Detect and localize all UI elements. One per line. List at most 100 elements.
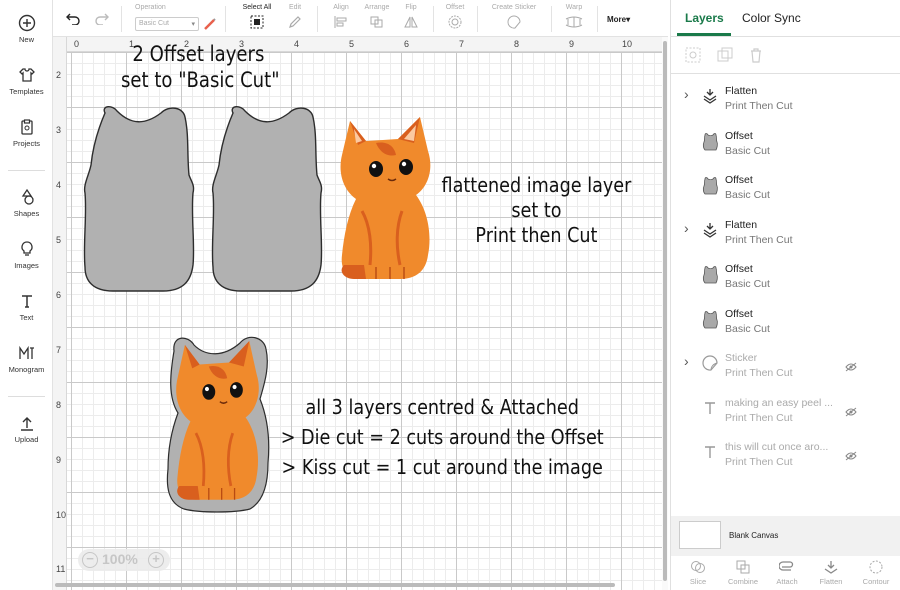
templates-button[interactable]: Templates xyxy=(0,66,53,96)
pen-color-icon[interactable] xyxy=(203,17,217,31)
shapes-button[interactable]: Shapes xyxy=(0,188,53,218)
shapes-label: Shapes xyxy=(13,209,40,218)
contour-button[interactable]: Contour xyxy=(856,559,896,586)
ruler-left-number: 6 xyxy=(56,290,62,300)
slice-button[interactable]: Slice xyxy=(678,559,718,586)
layer-operation: Basic Cut xyxy=(725,189,770,201)
flattened-cat-image[interactable] xyxy=(336,115,436,281)
layer-row[interactable]: Offset Basic Cut xyxy=(671,299,900,343)
offset-button[interactable]: Offset xyxy=(441,4,469,31)
annotation-line: > Kiss cut = 1 cut around the image xyxy=(281,455,603,479)
group-icon[interactable] xyxy=(685,47,701,63)
arrange-icon xyxy=(370,16,383,28)
align-icon xyxy=(334,16,347,28)
flip-button[interactable]: Flip xyxy=(399,4,423,31)
slice-icon xyxy=(691,561,705,573)
attach-label: Attach xyxy=(776,577,798,586)
layer-row[interactable]: this will cut once aro... Print Then Cut xyxy=(671,432,900,476)
blank-canvas-row[interactable]: Blank Canvas xyxy=(671,516,900,556)
layer-name: making an easy peel ... xyxy=(725,396,833,409)
ruler-left-number: 5 xyxy=(56,235,62,245)
layer-row[interactable]: › Sticker Print Then Cut xyxy=(671,343,900,387)
ruler-left-number: 9 xyxy=(56,455,62,465)
more-button[interactable]: More▾ xyxy=(607,15,630,24)
ruler-top-number: 0 xyxy=(74,39,80,49)
attach-button[interactable]: Attach xyxy=(767,559,807,586)
ruler-top-number: 5 xyxy=(349,39,355,49)
monogram-button[interactable]: Monogram xyxy=(0,344,53,374)
offset-layer-shape[interactable] xyxy=(211,105,326,293)
duplicate-icon[interactable] xyxy=(717,47,733,63)
align-button[interactable]: Align xyxy=(327,4,355,31)
new-button[interactable]: New xyxy=(0,14,53,44)
offset-layer-shape[interactable] xyxy=(83,105,198,293)
trash-icon[interactable] xyxy=(748,47,764,63)
vertical-scrollbar[interactable] xyxy=(662,37,668,590)
layer-name: Flatten xyxy=(725,218,758,231)
annotation-line: 2 Offset layers xyxy=(132,42,265,66)
tab-layers[interactable]: Layers xyxy=(685,11,724,25)
ruler-left: 2 3 4 5 6 7 8 9 10 11 xyxy=(53,37,67,590)
shirt-icon xyxy=(18,68,35,82)
select-all-button[interactable]: Select All xyxy=(236,4,278,31)
design-space-app: New Templates Projects Shapes Images Tex… xyxy=(0,0,900,590)
select-all-label: Select All xyxy=(242,4,272,11)
arrange-button[interactable]: Arrange xyxy=(359,4,395,31)
canvas-swatch[interactable] xyxy=(679,521,721,549)
layer-operation: Print Then Cut xyxy=(725,233,793,246)
layer-actions-bar xyxy=(671,37,900,74)
layer-row[interactable]: › Flatten Print Then Cut xyxy=(671,210,900,254)
text-button[interactable]: Text xyxy=(0,292,53,322)
edit-label: Edit xyxy=(288,4,302,11)
combine-button[interactable]: Combine xyxy=(723,559,763,586)
eye-hidden-icon[interactable] xyxy=(845,448,857,466)
layer-row[interactable]: Offset Basic Cut xyxy=(671,254,900,298)
layers-panel: Layers Color Sync › Flatten Print Then Cut… xyxy=(670,0,900,590)
images-button[interactable]: Images xyxy=(0,240,53,270)
chevron-right-icon[interactable]: › xyxy=(684,86,689,102)
zoom-out-button[interactable]: − xyxy=(82,552,98,568)
vertical-scroll-thumb[interactable] xyxy=(663,41,667,581)
blank-canvas-label: Blank Canvas xyxy=(729,531,779,540)
layer-name: Offset xyxy=(725,263,753,275)
undo-icon[interactable] xyxy=(66,13,80,25)
layer-row[interactable]: making an easy peel ... Print Then Cut xyxy=(671,388,900,432)
redo-icon[interactable] xyxy=(95,13,109,25)
chevron-right-icon[interactable]: › xyxy=(684,353,689,369)
warp-button[interactable]: Warp xyxy=(559,4,589,31)
monogram-icon xyxy=(18,345,34,359)
design-canvas[interactable]: 0 1 2 3 4 5 6 7 8 9 10 2 3 4 5 6 7 8 9 1… xyxy=(53,37,668,590)
layer-row[interactable]: Offset Basic Cut xyxy=(671,121,900,165)
annotation-line: > Die cut = 2 cuts around the Offset xyxy=(280,425,604,449)
upload-button[interactable]: Upload xyxy=(0,414,53,444)
monogram-label: Monogram xyxy=(8,365,45,374)
chevron-down-icon: ▾ xyxy=(191,21,195,28)
bottom-actions-bar: Slice Combine Attach Flatten Contour xyxy=(671,556,900,590)
annotation-line: set to "Basic Cut" xyxy=(121,68,280,92)
ruler-left-number: 2 xyxy=(56,70,62,80)
edit-button[interactable]: Edit xyxy=(283,4,307,31)
horizontal-scroll-thumb[interactable] xyxy=(55,583,615,587)
flatten-button[interactable]: Flatten xyxy=(811,559,851,586)
sticker-icon xyxy=(507,15,521,29)
clipboard-icon xyxy=(20,119,33,135)
create-sticker-button[interactable]: Create Sticker xyxy=(485,4,543,31)
operation-select[interactable]: Basic Cut ▾ xyxy=(135,17,199,31)
chevron-right-icon[interactable]: › xyxy=(684,220,689,236)
sticker-with-offset[interactable] xyxy=(164,333,272,513)
layer-operation: Basic Cut xyxy=(725,278,770,290)
toolbar-separator xyxy=(225,6,226,32)
toolbar: Operation Basic Cut ▾ Select All Edit Al… xyxy=(53,0,668,37)
zoom-in-button[interactable]: + xyxy=(148,552,164,568)
layer-row[interactable]: Offset Basic Cut xyxy=(671,165,900,209)
upload-label: Upload xyxy=(14,435,39,444)
offset-shape-icon xyxy=(701,265,719,285)
eye-hidden-icon[interactable] xyxy=(845,359,857,377)
layer-row[interactable]: › Flatten Print Then Cut xyxy=(671,76,900,120)
align-label: Align xyxy=(333,4,349,11)
tab-color-sync[interactable]: Color Sync xyxy=(742,11,801,25)
eye-hidden-icon[interactable] xyxy=(845,404,857,422)
layer-operation: Print Then Cut xyxy=(725,411,793,424)
projects-button[interactable]: Projects xyxy=(0,118,53,148)
left-rail: New Templates Projects Shapes Images Tex… xyxy=(0,0,53,590)
